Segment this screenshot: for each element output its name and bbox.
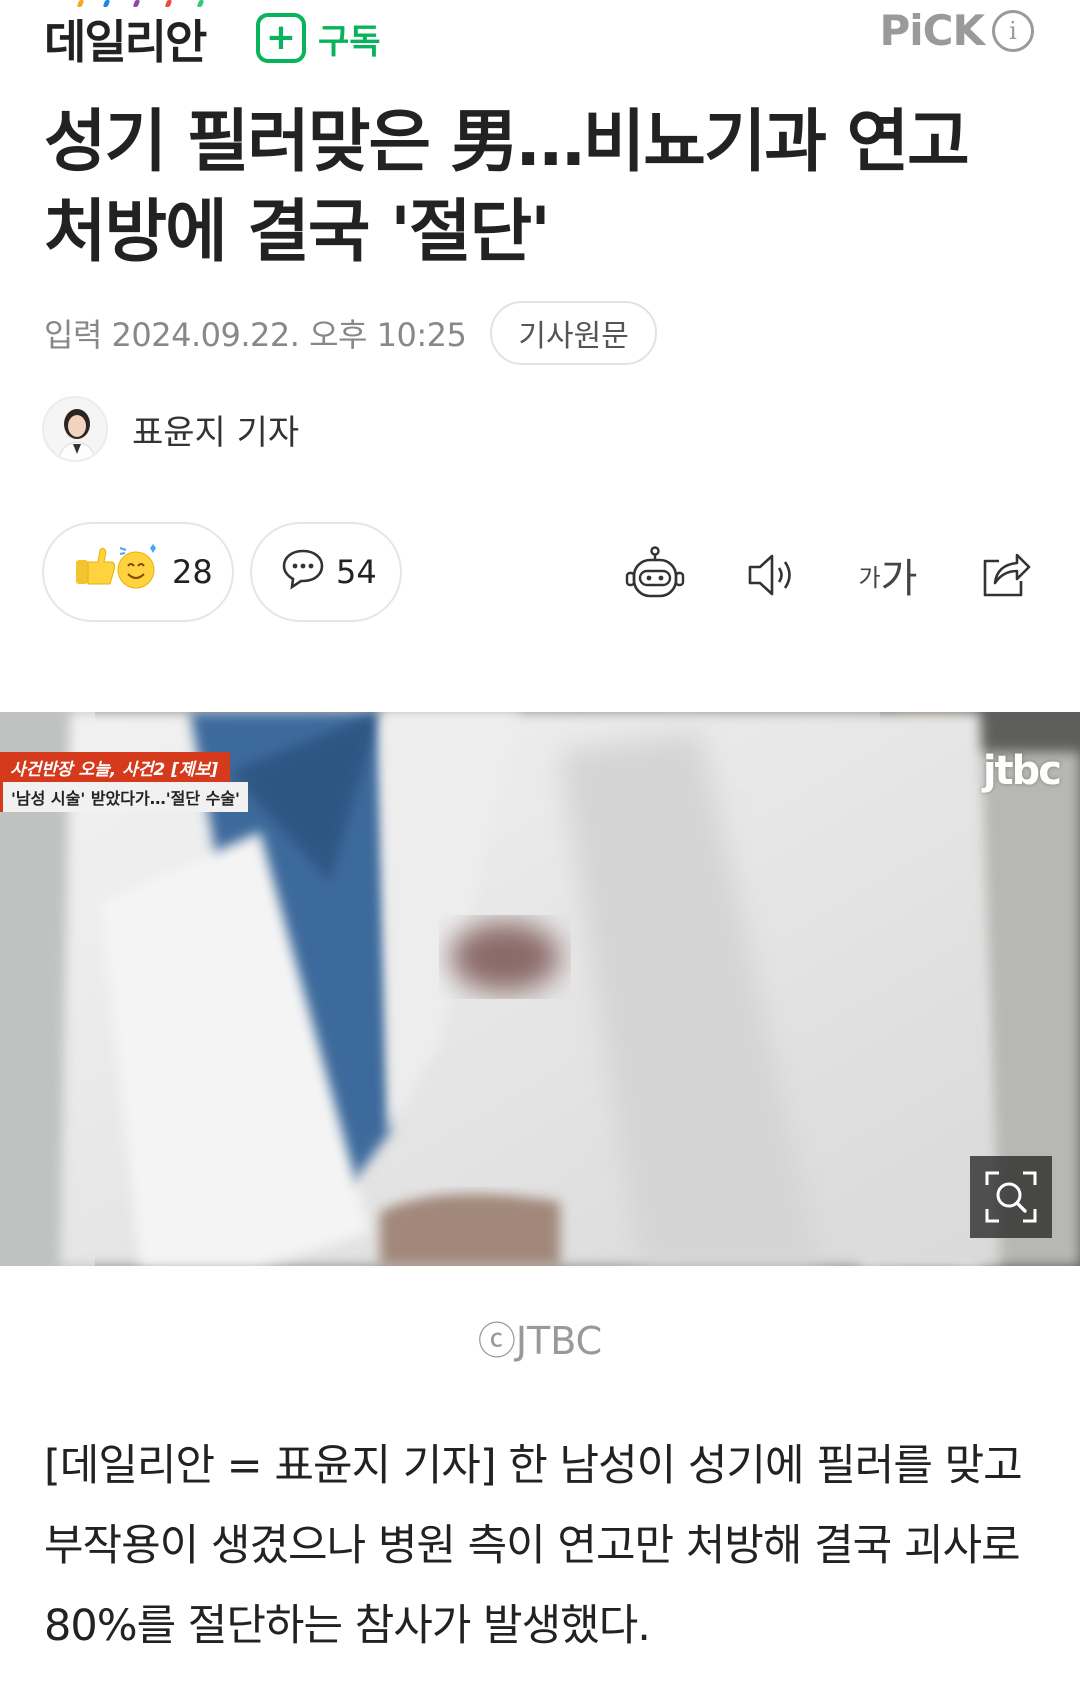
font-size-icon[interactable]: 가가 [850,542,926,608]
comment-count: 54 [336,553,377,591]
subscribe-label: 구독 [318,21,381,62]
font-size-small-label: 가 [858,563,881,592]
original-article-button[interactable]: 기사원문 [490,301,657,365]
broadcaster-logo: jtbc [982,748,1062,794]
robot-icon[interactable] [622,542,688,608]
comment-button[interactable]: 54 [250,522,402,622]
top-bar: 데일리안 + 구독 PiCK i [0,0,1080,80]
pick-label: PiCK [879,6,985,55]
press-logo[interactable]: 데일리안 [44,6,207,72]
image-credit: ⓒJTBC [477,1319,603,1363]
speaker-icon[interactable] [738,542,804,608]
reporter-info[interactable]: 표윤지 기자 [42,396,299,462]
reporter-name: 표윤지 기자 [132,412,300,453]
share-icon[interactable] [972,542,1038,608]
font-size-large-label: 가 [880,556,918,602]
article-title: 성기 필러맞은 男…비뇨기과 연고 처방에 결국 '절단' [44,103,970,272]
info-icon[interactable]: i [992,9,1034,52]
reaction-icon [70,540,162,604]
article-image[interactable]: 사건반장 오늘, 사건2 [제보] '남성 시술' 받았다가…'절단 수술' j… [0,712,1080,1266]
zoom-icon[interactable] [970,1156,1052,1238]
publish-date: 입력 2024.09.22. 오후 10:25 [44,316,467,354]
article-body: [데일리안 = 표윤지 기자] 한 남성이 성기에 필러를 맞고 부작용이 생겼… [44,1441,1023,1651]
reaction-count: 28 [172,553,213,591]
news-tag-primary: 사건반장 오늘, 사건2 [제보] [0,752,230,783]
article-actions: 28 54 가 가 [0,522,1080,626]
plus-icon: + [256,13,306,63]
news-tag-secondary: '남성 시술' 받았다가…'절단 수술' [0,782,248,812]
article-meta: 입력 2024.09.22. 오후 10:25 기사원문 [44,300,657,366]
reporter-avatar [42,396,108,462]
comment-icon [280,545,326,599]
subscribe-button[interactable]: + 구독 [256,13,381,63]
pick-badge[interactable]: PiCK i [879,6,1034,55]
reaction-button[interactable]: 28 [42,522,234,622]
